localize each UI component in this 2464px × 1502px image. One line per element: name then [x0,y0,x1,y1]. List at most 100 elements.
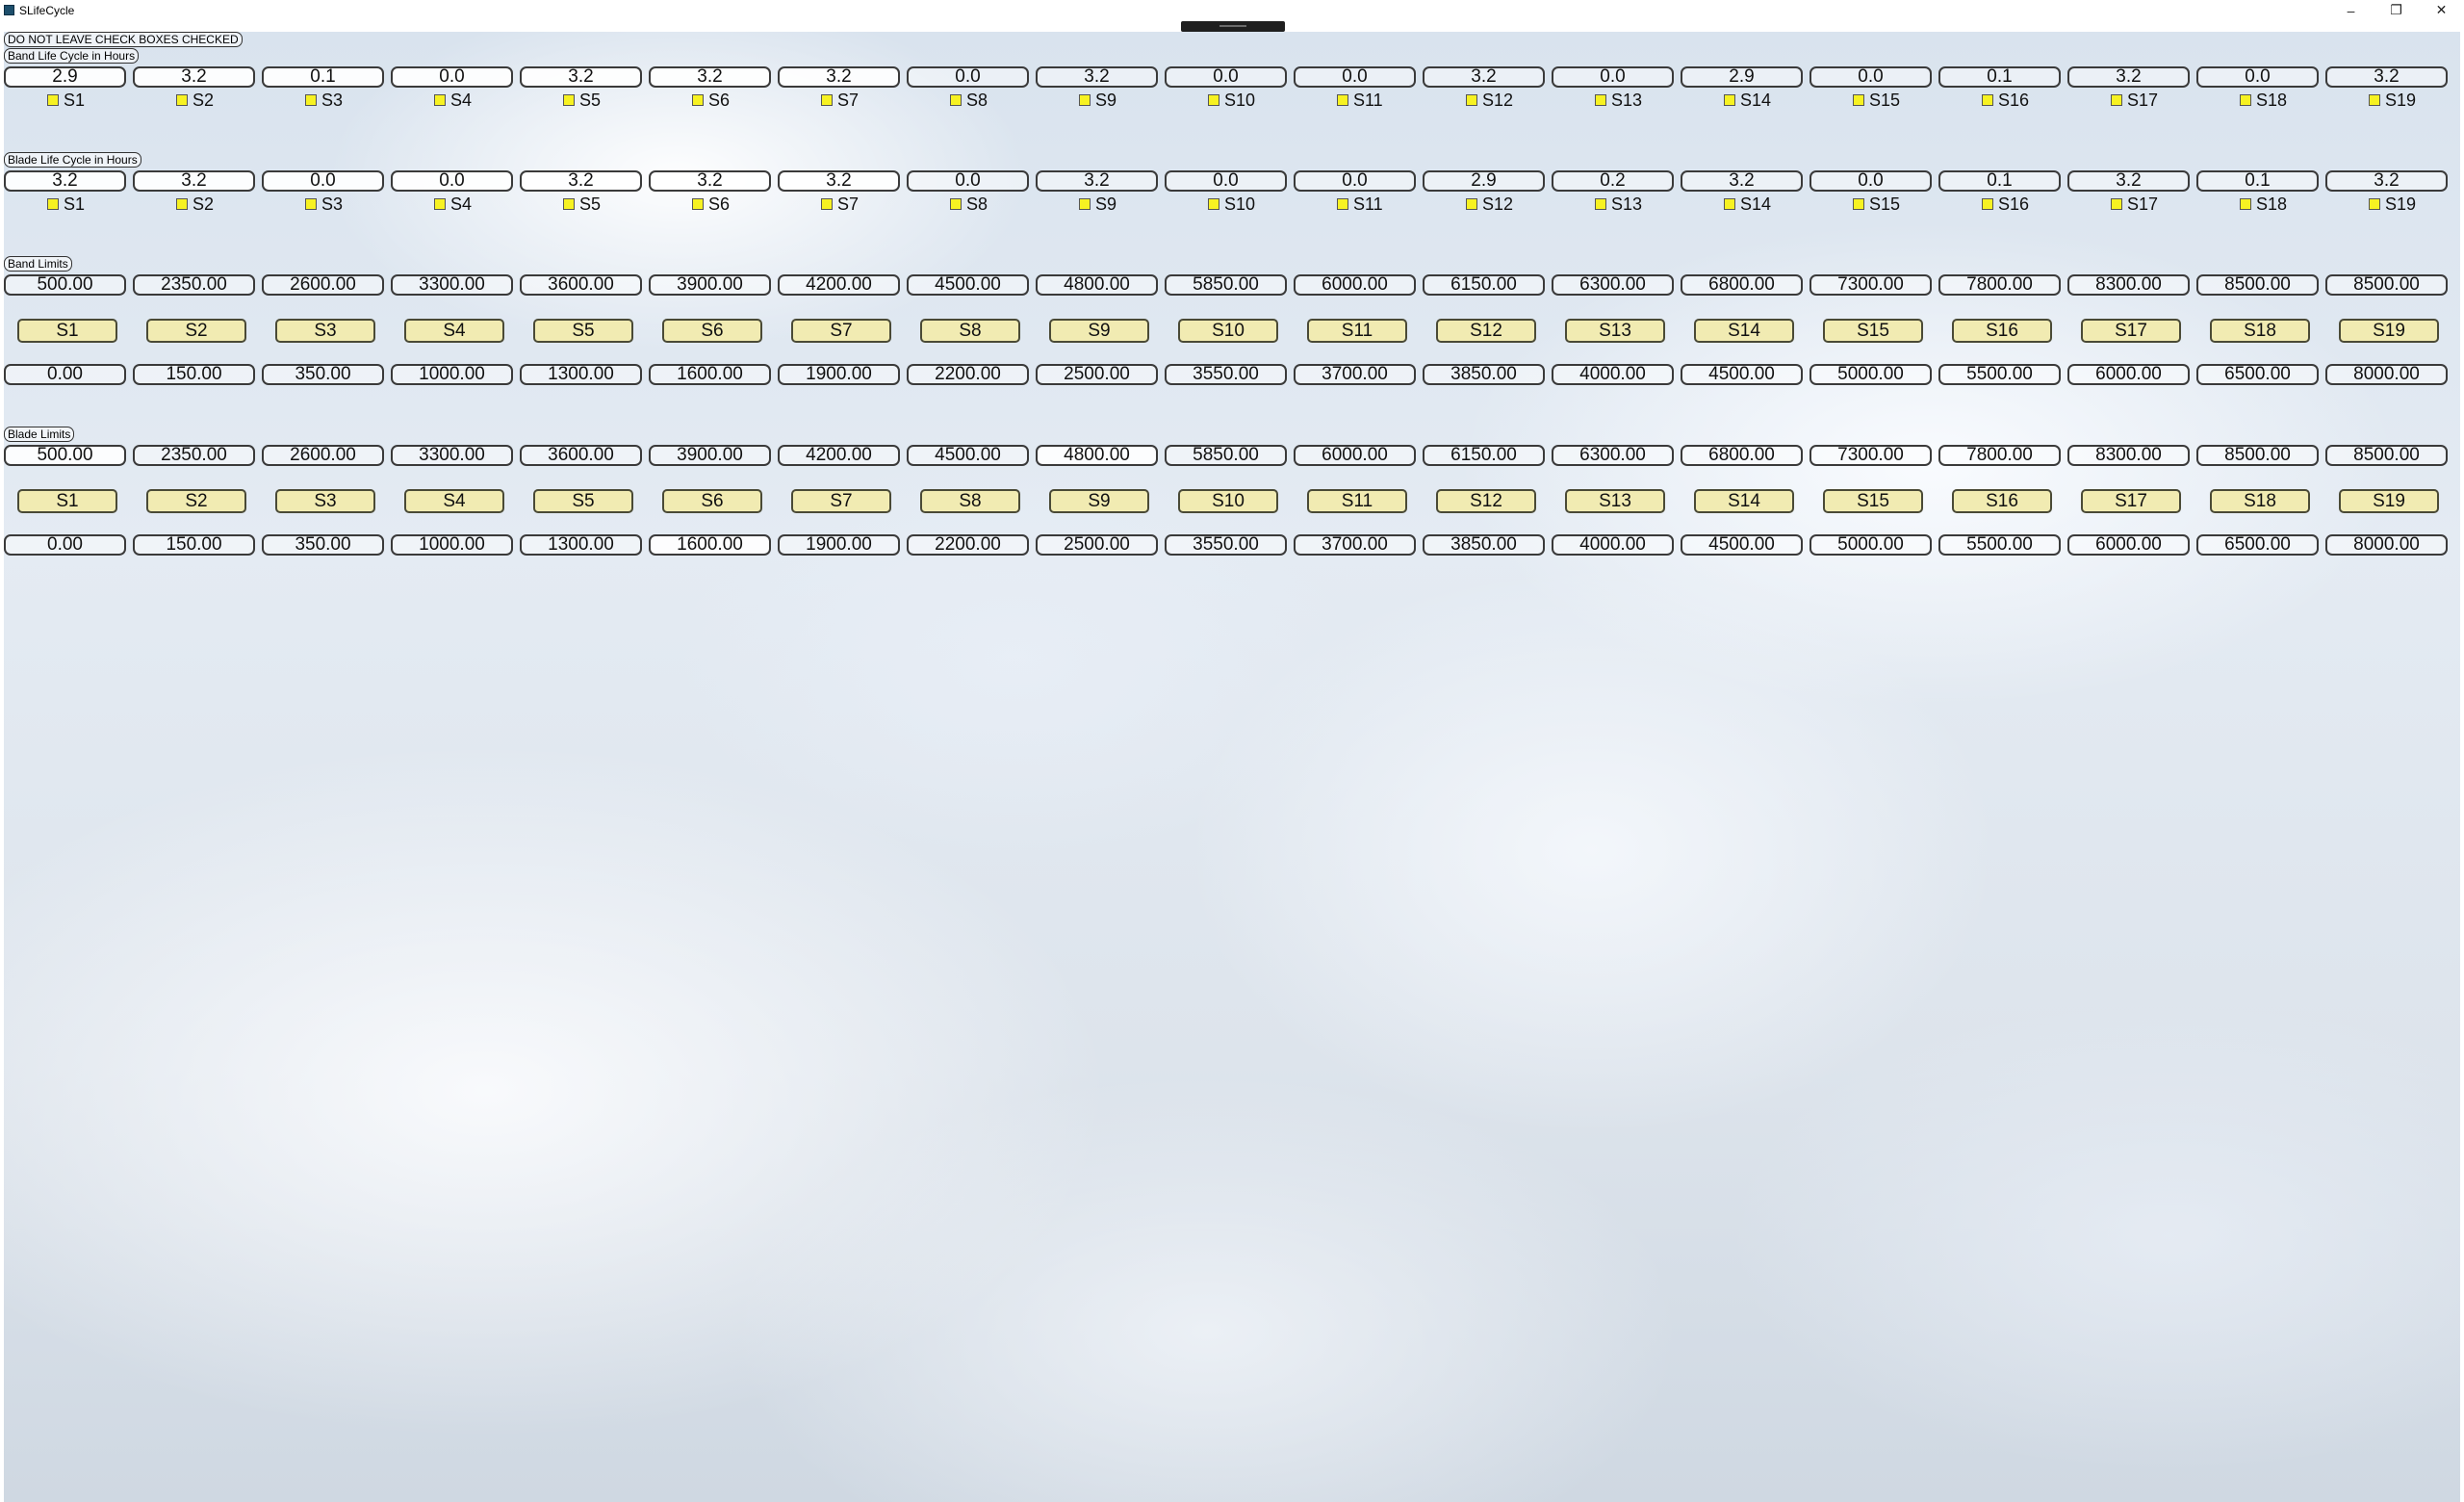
segment-button[interactable]: S18 [2210,489,2310,513]
segment-checkbox[interactable]: S19 [2369,195,2416,213]
blade-limit-upper-cell[interactable]: 8500.00 [2325,445,2448,466]
blade-limit-upper-cell[interactable]: 3300.00 [391,445,513,466]
segment-button[interactable]: S2 [146,319,246,343]
segment-checkbox[interactable]: S3 [305,91,343,109]
segment-button[interactable]: S1 [17,489,117,513]
blade-limit-upper-cell[interactable]: 6150.00 [1423,445,1545,466]
blade-limit-lower-cell[interactable]: 2500.00 [1036,534,1158,556]
segment-button[interactable]: S18 [2210,319,2310,343]
segment-button[interactable]: S1 [17,319,117,343]
band-limit-upper-cell[interactable]: 500.00 [4,274,126,296]
blade-limit-upper-cell[interactable]: 4200.00 [778,445,900,466]
blade-limit-upper-cell[interactable]: 6800.00 [1681,445,1803,466]
segment-button[interactable]: S16 [1952,489,2052,513]
blade-life-value-cell[interactable]: 3.2 [2067,170,2190,192]
checkbox-square[interactable] [1982,198,1993,210]
band-limit-upper-cell[interactable]: 7300.00 [1810,274,1932,296]
blade-limit-lower-cell[interactable]: 5500.00 [1938,534,2061,556]
checkbox-square[interactable] [434,94,446,106]
segment-button[interactable]: S8 [920,319,1020,343]
blade-limit-upper-cell[interactable]: 4800.00 [1036,445,1158,466]
checkbox-square[interactable] [1595,94,1606,106]
blade-limit-lower-cell[interactable]: 1900.00 [778,534,900,556]
band-life-value-cell[interactable]: 3.2 [2325,66,2448,88]
segment-button[interactable]: S5 [533,319,633,343]
blade-life-value-cell[interactable]: 3.2 [2325,170,2448,192]
blade-limit-lower-cell[interactable]: 3700.00 [1294,534,1416,556]
band-limit-upper-cell[interactable]: 8300.00 [2067,274,2190,296]
checkbox-square[interactable] [1079,198,1091,210]
band-limit-lower-cell[interactable]: 3850.00 [1423,364,1545,385]
segment-button[interactable]: S4 [404,319,504,343]
checkbox-square[interactable] [1208,94,1219,106]
segment-checkbox[interactable]: S8 [950,195,988,213]
segment-button[interactable]: S19 [2339,489,2439,513]
segment-button[interactable]: S14 [1694,319,1794,343]
checkbox-square[interactable] [1466,198,1477,210]
band-limit-upper-cell[interactable]: 4500.00 [907,274,1029,296]
blade-limit-lower-cell[interactable]: 5000.00 [1810,534,1932,556]
segment-checkbox[interactable]: S10 [1208,195,1255,213]
segment-button[interactable]: S5 [533,489,633,513]
blade-limit-lower-cell[interactable]: 1000.00 [391,534,513,556]
segment-checkbox[interactable]: S16 [1982,195,2029,213]
blade-limit-upper-cell[interactable]: 3600.00 [520,445,642,466]
band-limit-lower-cell[interactable]: 1000.00 [391,364,513,385]
band-life-value-cell[interactable]: 0.1 [1938,66,2061,88]
title-bar[interactable]: SLifeCycle – ❐ ✕ [0,0,2464,20]
blade-limit-upper-cell[interactable]: 6000.00 [1294,445,1416,466]
blade-limit-lower-cell[interactable]: 4500.00 [1681,534,1803,556]
blade-limit-upper-cell[interactable]: 500.00 [4,445,126,466]
blade-limit-upper-cell[interactable]: 4500.00 [907,445,1029,466]
blade-life-value-cell[interactable]: 0.0 [1294,170,1416,192]
blade-limit-lower-cell[interactable]: 3550.00 [1165,534,1287,556]
segment-button[interactable]: S19 [2339,319,2439,343]
segment-checkbox[interactable]: S6 [692,195,730,213]
segment-button[interactable]: S9 [1049,489,1149,513]
segment-button[interactable]: S13 [1565,319,1665,343]
segment-checkbox[interactable]: S5 [563,195,601,213]
segment-button[interactable]: S7 [791,489,891,513]
segment-button[interactable]: S17 [2081,489,2181,513]
blade-life-value-cell[interactable]: 3.2 [649,170,771,192]
segment-button[interactable]: S2 [146,489,246,513]
checkbox-square[interactable] [563,198,575,210]
segment-checkbox[interactable]: S18 [2240,195,2287,213]
band-life-value-cell[interactable]: 0.0 [1165,66,1287,88]
segment-checkbox[interactable]: S13 [1595,91,1642,109]
band-limit-upper-cell[interactable]: 7800.00 [1938,274,2061,296]
blade-limit-lower-cell[interactable]: 2200.00 [907,534,1029,556]
band-life-value-cell[interactable]: 2.9 [1681,66,1803,88]
segment-checkbox[interactable]: S9 [1079,91,1116,109]
checkbox-square[interactable] [1724,94,1735,106]
blade-limit-upper-cell[interactable]: 3900.00 [649,445,771,466]
blade-life-value-cell[interactable]: 3.2 [1681,170,1803,192]
segment-checkbox[interactable]: S4 [434,195,472,213]
segment-button[interactable]: S11 [1307,489,1407,513]
blade-life-value-cell[interactable]: 2.9 [1423,170,1545,192]
segment-checkbox[interactable]: S1 [47,195,85,213]
band-limit-lower-cell[interactable]: 2200.00 [907,364,1029,385]
segment-checkbox[interactable]: S15 [1853,195,1900,213]
band-limit-upper-cell[interactable]: 6150.00 [1423,274,1545,296]
band-limit-upper-cell[interactable]: 8500.00 [2196,274,2319,296]
band-limit-lower-cell[interactable]: 350.00 [262,364,384,385]
checkbox-square[interactable] [1595,198,1606,210]
segment-button[interactable]: S7 [791,319,891,343]
checkbox-square[interactable] [1853,198,1864,210]
segment-checkbox[interactable]: S11 [1337,195,1383,213]
blade-life-value-cell[interactable]: 0.0 [1165,170,1287,192]
checkbox-square[interactable] [1853,94,1864,106]
checkbox-square[interactable] [1466,94,1477,106]
checkbox-square[interactable] [1208,198,1219,210]
band-life-value-cell[interactable]: 0.0 [907,66,1029,88]
band-life-value-cell[interactable]: 0.1 [262,66,384,88]
blade-limit-upper-cell[interactable]: 6300.00 [1552,445,1674,466]
segment-button[interactable]: S6 [662,489,762,513]
checkbox-square[interactable] [1724,198,1735,210]
checkbox-square[interactable] [2111,198,2122,210]
checkbox-square[interactable] [950,198,962,210]
band-limit-upper-cell[interactable]: 6300.00 [1552,274,1674,296]
segment-checkbox[interactable]: S5 [563,91,601,109]
blade-limit-lower-cell[interactable]: 6000.00 [2067,534,2190,556]
